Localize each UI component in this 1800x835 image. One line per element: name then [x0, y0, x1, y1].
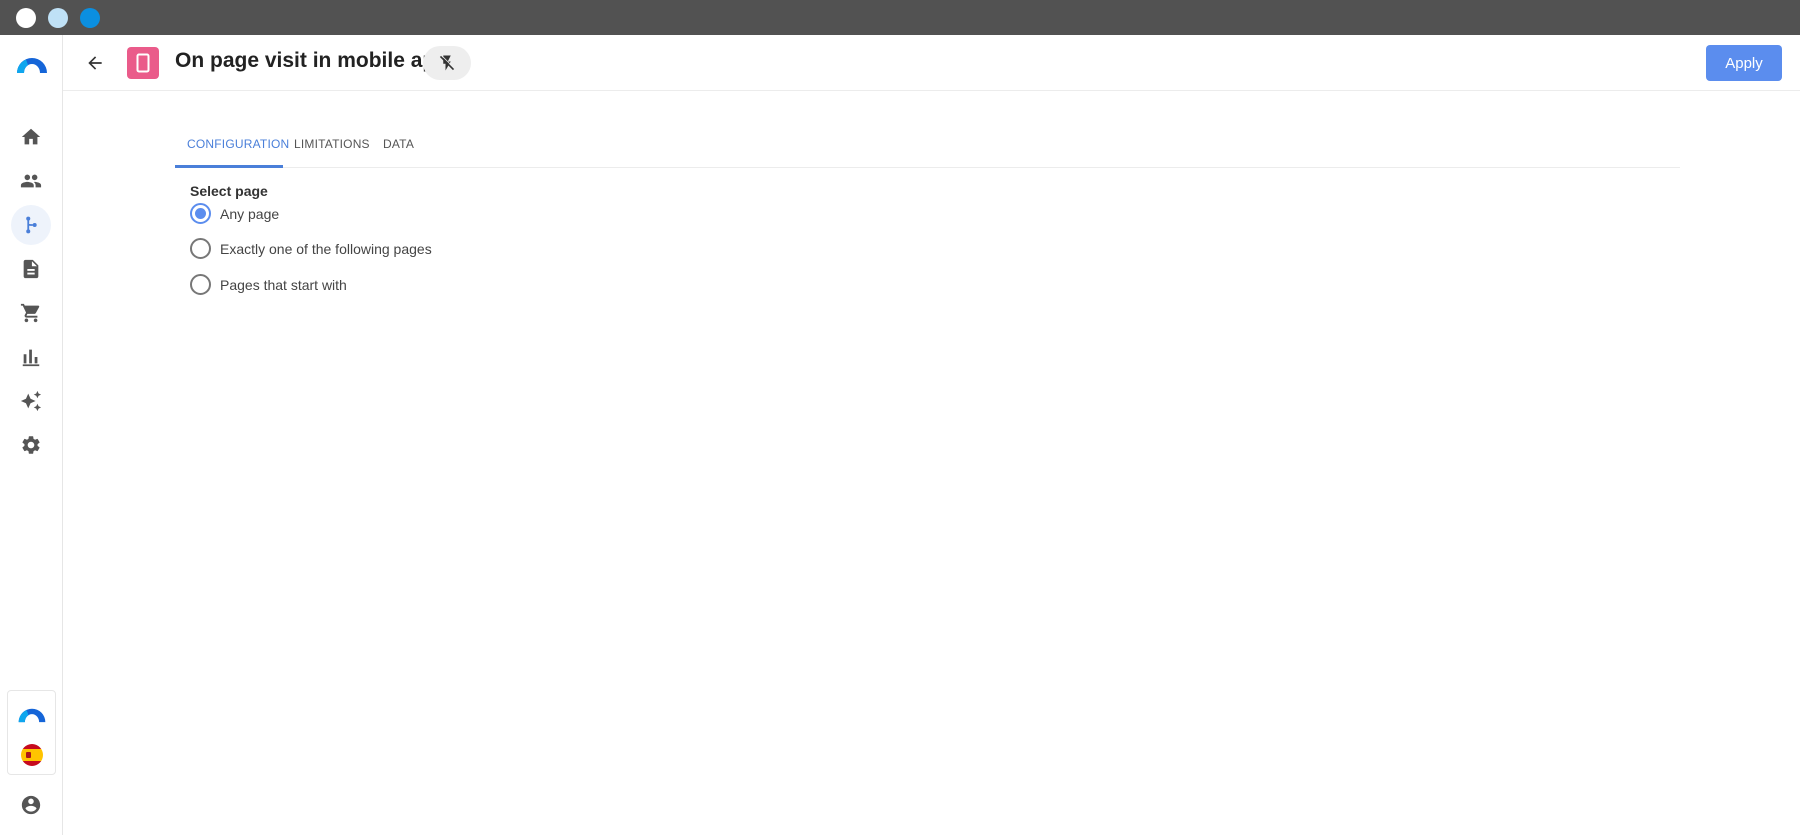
radio-option-pages-start-with[interactable]: Pages that start with	[190, 274, 347, 295]
window-maximize-button[interactable]	[80, 8, 100, 28]
sidebar-item-analytics[interactable]	[11, 337, 51, 377]
apply-button[interactable]: Apply	[1706, 45, 1782, 81]
radio-label: Any page	[220, 205, 280, 222]
gear-icon	[22, 436, 40, 454]
sidebar-item-settings[interactable]	[11, 425, 51, 465]
radio-button[interactable]	[190, 274, 211, 295]
back-button[interactable]	[81, 49, 109, 77]
home-icon	[21, 128, 41, 145]
sidebar	[0, 35, 63, 835]
select-page-form: Select page Any page Exactly one of the …	[190, 183, 432, 295]
radio-button[interactable]	[190, 238, 211, 259]
radio-option-exact-pages[interactable]: Exactly one of the following pages	[190, 238, 432, 259]
sidebar-item-documents[interactable]	[11, 249, 51, 289]
arrow-left-icon	[88, 56, 102, 70]
workflow-branch-icon	[26, 216, 37, 234]
window-titlebar	[0, 0, 1800, 35]
radio-option-any-page[interactable]: Any page	[190, 203, 279, 224]
active-tab-indicator	[175, 165, 283, 168]
select-page-label: Select page	[190, 183, 268, 199]
tab-bar: CONFIGURATION LIMITATIONS DATA	[175, 124, 1680, 168]
sidebar-item-home[interactable]	[11, 117, 51, 157]
document-icon	[23, 259, 39, 279]
page-header: On page visit in mobile app Apply	[63, 35, 1800, 91]
mobile-phone-icon	[136, 53, 150, 73]
window-close-button[interactable]	[16, 8, 36, 28]
sidebar-item-account[interactable]	[11, 785, 51, 825]
bar-chart-icon	[22, 349, 40, 367]
radio-label: Pages that start with	[220, 276, 347, 293]
spain-flag-icon[interactable]	[21, 744, 43, 766]
sidebar-bottom-panel	[7, 690, 56, 775]
radio-button[interactable]	[190, 203, 211, 224]
sidebar-item-workflows[interactable]	[11, 205, 51, 245]
account-icon	[21, 795, 41, 815]
window-minimize-button[interactable]	[48, 8, 68, 28]
brand-logo-icon[interactable]	[14, 53, 50, 77]
brand-logo-icon[interactable]	[16, 703, 48, 727]
tab-limitations[interactable]: LIMITATIONS	[282, 124, 382, 168]
sparkles-icon	[20, 390, 42, 412]
sidebar-item-ai[interactable]	[11, 381, 51, 421]
flash-toggle-button[interactable]	[423, 46, 471, 80]
trigger-type-badge	[127, 47, 159, 79]
cart-icon	[20, 303, 40, 323]
sidebar-item-shop[interactable]	[11, 293, 51, 333]
people-icon	[20, 174, 42, 188]
page-title: On page visit in mobile app	[175, 49, 449, 72]
flash-off-icon	[439, 55, 455, 71]
radio-label: Exactly one of the following pages	[220, 240, 432, 257]
tab-data[interactable]: DATA	[371, 124, 426, 168]
sidebar-item-contacts[interactable]	[11, 161, 51, 201]
